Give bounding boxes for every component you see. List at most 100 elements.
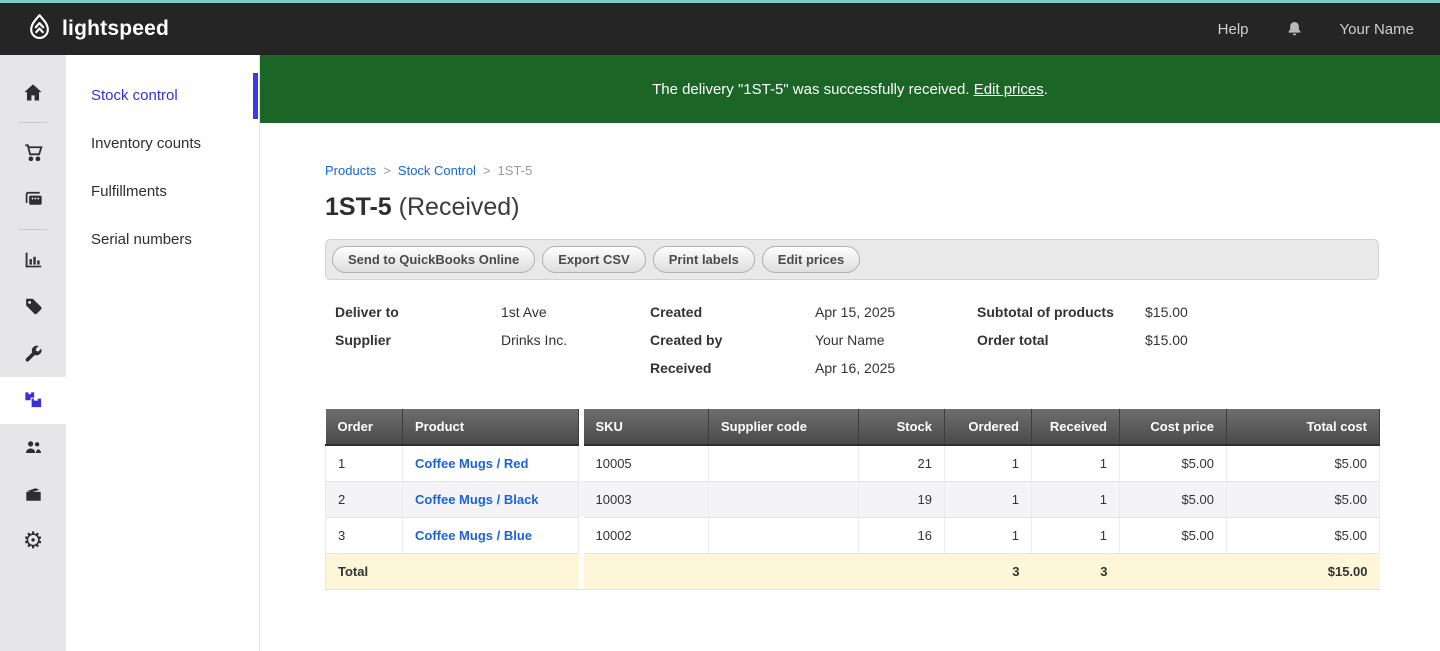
rail-inventory-boxes-icon[interactable] xyxy=(0,377,66,424)
cell-order: 1 xyxy=(326,445,403,481)
gear-glyph: ⚙ xyxy=(23,530,44,553)
detail-row-deliver-to: Deliver to1st Ave xyxy=(335,298,650,326)
main-area: The delivery "1ST-5" was successfully re… xyxy=(260,55,1440,651)
brand-name: lightspeed xyxy=(62,17,169,41)
action-toolbar: Send to QuickBooks Online Export CSV Print… xyxy=(325,239,1379,280)
breadcrumb-separator: > xyxy=(383,163,391,178)
detail-value: Apr 15, 2025 xyxy=(815,298,895,326)
topbar-right: Help Your Name xyxy=(1218,20,1414,39)
detail-row-created: CreatedApr 15, 2025 xyxy=(650,298,977,326)
cell-received: 1 xyxy=(1032,481,1120,517)
rail-wrench-icon[interactable] xyxy=(0,330,66,377)
icon-rail: ⚙ xyxy=(0,55,66,651)
detail-row-supplier: SupplierDrinks Inc. xyxy=(335,326,650,354)
cell-total-cost: $5.00 xyxy=(1227,481,1380,517)
column-header-total-cost: Total cost xyxy=(1227,409,1380,445)
product-link-coffee-mugs-black[interactable]: Coffee Mugs / Black xyxy=(415,492,539,507)
rail-cart-icon[interactable] xyxy=(0,129,66,176)
detail-row-order-total: Order total$15.00 xyxy=(977,326,1377,354)
table-total-row: Total33$15.00 xyxy=(326,553,1380,589)
topbar: lightspeed Help Your Name xyxy=(0,0,1440,55)
cell-sku: 10005 xyxy=(584,445,709,481)
detail-value: Drinks Inc. xyxy=(501,326,567,354)
cell-received: 1 xyxy=(1032,517,1120,553)
page-title: 1ST-5 (Received) xyxy=(325,193,1379,222)
breadcrumb-separator: > xyxy=(483,163,491,178)
cell-cost-price: $5.00 xyxy=(1120,445,1227,481)
breadcrumb-link-stock-control[interactable]: Stock Control xyxy=(398,163,476,178)
cell-cost-price: $5.00 xyxy=(1120,481,1227,517)
banner-edit-prices-link[interactable]: Edit prices xyxy=(974,81,1044,98)
print-labels-button[interactable]: Print labels xyxy=(653,246,755,273)
notifications-bell-icon[interactable] xyxy=(1285,20,1304,39)
sidebar-item-fulfillments[interactable]: Fulfillments xyxy=(66,168,259,216)
cell-product: Coffee Mugs / Red xyxy=(403,445,579,481)
rail-gear-icon[interactable]: ⚙ xyxy=(0,518,66,565)
cell-stock: 21 xyxy=(859,445,945,481)
detail-value: Your Name xyxy=(815,326,885,354)
rail-divider xyxy=(19,122,47,123)
detail-value: $15.00 xyxy=(1145,298,1188,326)
lightspeed-logo[interactable]: lightspeed xyxy=(26,13,169,45)
success-banner: The delivery "1ST-5" was successfully re… xyxy=(260,55,1440,123)
send-to-quickbooks-online-button[interactable]: Send to QuickBooks Online xyxy=(332,246,535,273)
details-group-3: Subtotal of products$15.00Order total$15… xyxy=(977,298,1377,382)
sidebar-item-stock-control[interactable]: Stock control xyxy=(66,72,259,120)
cell-stock: 16 xyxy=(859,517,945,553)
column-header-supplier-code: Supplier code xyxy=(709,409,859,445)
cell-ordered: 1 xyxy=(945,445,1032,481)
cell-received: 1 xyxy=(1032,445,1120,481)
detail-value: 1st Ave xyxy=(501,298,547,326)
order-status: (Received) xyxy=(399,193,520,221)
help-link[interactable]: Help xyxy=(1218,21,1249,38)
user-menu[interactable]: Your Name xyxy=(1340,21,1415,38)
table-row: 3Coffee Mugs / Blue100021611$5.00$5.00 xyxy=(326,517,1380,553)
rail-tag-icon[interactable] xyxy=(0,283,66,330)
product-link-coffee-mugs-red[interactable]: Coffee Mugs / Red xyxy=(415,456,528,471)
rail-divider xyxy=(19,229,47,230)
column-header-stock: Stock xyxy=(859,409,945,445)
total-ordered: 3 xyxy=(945,553,1032,589)
details-group-1: Deliver to1st AveSupplierDrinks Inc. xyxy=(335,298,650,382)
total-empty xyxy=(584,553,859,589)
detail-label: Created xyxy=(650,298,815,326)
cell-supplier-code xyxy=(709,481,859,517)
total-cost-price xyxy=(1120,553,1227,589)
rail-register-icon[interactable] xyxy=(0,176,66,223)
cell-ordered: 1 xyxy=(945,481,1032,517)
detail-label: Subtotal of products xyxy=(977,298,1145,326)
column-header-ordered: Ordered xyxy=(945,409,1032,445)
order-number: 1ST-5 xyxy=(325,193,392,221)
product-link-coffee-mugs-blue[interactable]: Coffee Mugs / Blue xyxy=(415,528,532,543)
sidebar-item-inventory-counts[interactable]: Inventory counts xyxy=(66,120,259,168)
rail-home-icon[interactable] xyxy=(0,69,66,116)
details-group-2: CreatedApr 15, 2025Created byYour NameRe… xyxy=(650,298,977,382)
column-header-sku: SKU xyxy=(584,409,709,445)
cell-supplier-code xyxy=(709,445,859,481)
rail-briefcase-icon[interactable] xyxy=(0,471,66,518)
sidebar-item-serial-numbers[interactable]: Serial numbers xyxy=(66,216,259,264)
cell-supplier-code xyxy=(709,517,859,553)
column-header-order: Order xyxy=(326,409,403,445)
cell-total-cost: $5.00 xyxy=(1227,445,1380,481)
cell-ordered: 1 xyxy=(945,517,1032,553)
export-csv-button[interactable]: Export CSV xyxy=(542,246,646,273)
rail-bar-chart-icon[interactable] xyxy=(0,236,66,283)
detail-label: Supplier xyxy=(335,326,501,354)
cell-stock: 19 xyxy=(859,481,945,517)
breadcrumb-link-products[interactable]: Products xyxy=(325,163,376,178)
cell-order: 2 xyxy=(326,481,403,517)
active-nav-indicator xyxy=(253,73,258,119)
detail-row-subtotal-of-products: Subtotal of products$15.00 xyxy=(977,298,1377,326)
total-received: 3 xyxy=(1032,553,1120,589)
table-row: 1Coffee Mugs / Red100052111$5.00$5.00 xyxy=(326,445,1380,481)
detail-label: Created by xyxy=(650,326,815,354)
detail-row-received: ReceivedApr 16, 2025 xyxy=(650,354,977,382)
banner-suffix: . xyxy=(1044,81,1048,98)
order-details: Deliver to1st AveSupplierDrinks Inc.Crea… xyxy=(335,298,1379,382)
cell-total-cost: $5.00 xyxy=(1227,517,1380,553)
rail-users-icon[interactable] xyxy=(0,424,66,471)
banner-message: The delivery "1ST-5" was successfully re… xyxy=(652,81,969,98)
edit-prices-button[interactable]: Edit prices xyxy=(762,246,860,273)
total-stock xyxy=(859,553,945,589)
